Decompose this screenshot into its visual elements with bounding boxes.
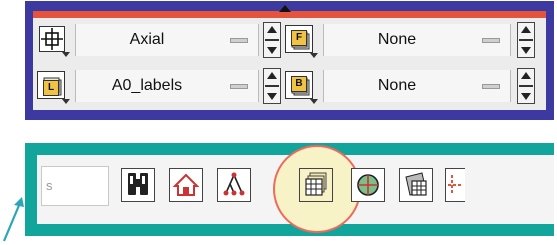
orientation-value: Axial xyxy=(129,31,165,48)
tree-icon[interactable] xyxy=(217,168,251,202)
overlay-spinner-2[interactable] xyxy=(517,68,535,104)
stacked-grid-icon[interactable] xyxy=(299,168,333,202)
view-row-1: Axial F None xyxy=(33,20,546,60)
overlay-letter: F xyxy=(291,30,307,46)
layers-F-icon[interactable]: F xyxy=(285,25,318,58)
spin-down-icon[interactable] xyxy=(521,47,531,54)
overlay-spinner-1[interactable] xyxy=(517,22,535,58)
layers-B-icon[interactable]: B xyxy=(285,71,318,104)
target-icon[interactable] xyxy=(351,168,385,202)
search-field[interactable] xyxy=(41,166,110,206)
spin-up-icon[interactable] xyxy=(521,72,531,79)
view-settings-panel: Axial F None L A0_labels B None xyxy=(25,1,554,120)
toolbar-panel xyxy=(25,143,554,236)
binoculars-icon[interactable] xyxy=(121,168,155,202)
overlay-letter: B xyxy=(291,76,307,92)
spin-down-icon[interactable] xyxy=(267,47,277,54)
spin-down-icon[interactable] xyxy=(521,93,531,100)
overlay-select-1[interactable]: None xyxy=(323,24,511,56)
select-handle-icon xyxy=(230,84,248,89)
dropdown-arrow-icon xyxy=(62,52,70,57)
label-spinner[interactable] xyxy=(263,68,281,104)
overlay-value-2: None xyxy=(377,77,417,94)
angled-grid-icon[interactable] xyxy=(399,168,433,202)
orientation-spinner[interactable] xyxy=(263,22,281,58)
spin-up-icon[interactable] xyxy=(267,26,277,33)
select-handle-icon xyxy=(482,84,500,89)
view-settings-inner: Axial F None L A0_labels B None xyxy=(33,18,546,110)
overlay-select-2[interactable]: None xyxy=(323,70,511,102)
view-row-2: L A0_labels B None xyxy=(33,66,546,106)
dropdown-arrow-icon xyxy=(310,53,318,58)
home-icon[interactable] xyxy=(169,168,203,202)
label-select[interactable]: A0_labels xyxy=(75,70,259,102)
layers-L-icon[interactable]: L xyxy=(37,71,70,104)
accent-bar xyxy=(33,11,546,18)
partial-orange-icon[interactable] xyxy=(445,168,465,202)
select-handle-icon xyxy=(482,38,500,43)
label-value: A0_labels xyxy=(111,77,183,94)
spin-down-icon[interactable] xyxy=(267,93,277,100)
dropdown-arrow-icon xyxy=(62,99,70,104)
search-input[interactable] xyxy=(42,167,110,203)
position-marker-icon xyxy=(279,5,291,12)
orientation-select[interactable]: Axial xyxy=(75,24,259,56)
spin-up-icon[interactable] xyxy=(267,72,277,79)
dropdown-arrow-icon xyxy=(310,99,318,104)
overlay-value-1: None xyxy=(377,31,417,48)
toolbar xyxy=(37,145,554,233)
crosshair-icon[interactable] xyxy=(39,26,70,57)
select-handle-icon xyxy=(230,38,248,43)
label-letter: L xyxy=(43,80,59,96)
spin-up-icon[interactable] xyxy=(521,26,531,33)
